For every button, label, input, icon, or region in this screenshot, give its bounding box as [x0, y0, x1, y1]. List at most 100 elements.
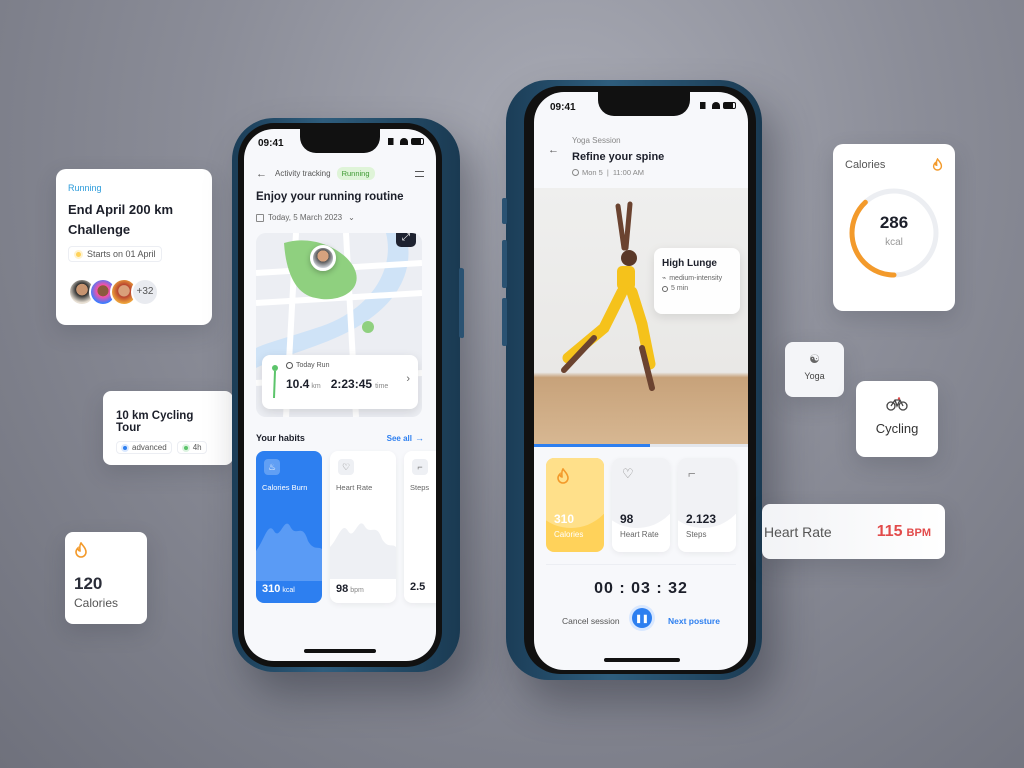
notch — [598, 92, 690, 116]
challenge-card[interactable]: Running End April 200 km Challenge Start… — [56, 169, 212, 325]
calendar-icon — [256, 213, 264, 222]
cycling-tour-title: 10 km Cycling Tour — [116, 410, 194, 434]
flame-icon: ♨ — [264, 459, 280, 475]
cycling-chip[interactable]: Cycling — [856, 381, 938, 457]
stopwatch-icon — [286, 362, 293, 369]
pose-intensity: medium-intensity — [669, 274, 723, 282]
yoga-photo: High Lunge ⌁ medium-intensity 5 min — [534, 188, 748, 444]
stat-value: 98 — [620, 512, 634, 526]
habit-card-calories[interactable]: ♨ Calories Burn 310 kcal — [256, 451, 322, 603]
arrow-right-icon[interactable]: → — [415, 433, 424, 443]
session-time: 11:00 AM — [612, 168, 644, 177]
battery-icon — [723, 102, 736, 109]
pose-duration: 5 min — [671, 285, 689, 292]
habit-label: Steps — [410, 483, 430, 492]
status-time: 09:41 — [550, 102, 576, 113]
stat-label: Steps — [686, 530, 707, 539]
status-icons — [700, 102, 736, 109]
duration-badge: 4h — [176, 441, 207, 454]
see-all-link[interactable]: See all — [387, 434, 412, 443]
date-selector[interactable]: Today, 5 March 2023 ⌄ — [256, 213, 355, 222]
stat-card-heart-rate[interactable]: ♡ 98 Heart Rate — [612, 458, 670, 552]
challenge-title-line2: Challenge — [68, 222, 131, 237]
side-button — [502, 298, 507, 346]
calories-ring: 286 kcal — [848, 187, 940, 279]
side-button — [459, 267, 464, 339]
chevron-right-icon[interactable]: › — [406, 373, 410, 385]
phone-yoga-session: 09:41 ← Yoga Session Refine your spine M… — [502, 80, 762, 680]
sun-icon — [74, 249, 83, 259]
cancel-session-button[interactable]: Cancel session — [562, 616, 620, 626]
session-progress-fill — [534, 444, 650, 447]
bicycle-icon — [886, 397, 908, 411]
challenge-title-line1: End April 200 km — [68, 202, 173, 217]
next-posture-button[interactable]: Next posture — [668, 616, 720, 626]
flame-icon — [75, 542, 87, 558]
run-distance: 10.4 — [286, 377, 310, 391]
flame-icon — [557, 468, 569, 484]
habit-card-steps[interactable]: ⌐ Steps 2.5 — [404, 451, 436, 603]
session-timer: 00 : 03 : 32 — [594, 580, 688, 597]
habit-unit: bpm — [350, 587, 364, 594]
stat-card-steps[interactable]: ⌐ 2.123 Steps — [678, 458, 736, 552]
challenge-category: Running — [68, 183, 102, 193]
today-run-card[interactable]: Today Run 10.4 km 2:23:45 time › — [262, 355, 418, 409]
calories-small-value: 120 — [74, 574, 103, 593]
expand-icon: ⤢ — [402, 233, 410, 243]
habit-card-heart-rate[interactable]: ♡ Heart Rate 98 bpm — [330, 451, 396, 603]
participants[interactable]: +32 — [68, 277, 200, 306]
habit-label: Calories Burn — [262, 483, 308, 492]
session-type: Yoga Session — [572, 136, 621, 145]
back-arrow-icon[interactable]: ← — [256, 168, 267, 180]
calories-small-card[interactable]: 120 Calories — [65, 532, 147, 624]
status-icons — [388, 138, 424, 145]
header: ← Activity tracking Running — [256, 167, 424, 180]
home-indicator — [304, 649, 376, 653]
heartbeat-icon: ♡ — [622, 466, 634, 481]
pose-title: High Lunge — [662, 258, 717, 269]
yoga-chip[interactable]: ☯ Yoga — [785, 342, 844, 397]
phone-bezel: 09:41 ← Yoga Session Refine your spine M… — [524, 86, 756, 674]
side-button — [502, 198, 507, 224]
challenge-title: End April 200 km Challenge — [68, 200, 200, 240]
calories-ring-title: Calories — [845, 158, 886, 171]
expand-map-button[interactable]: ⤢ — [396, 233, 416, 247]
calories-small-label: Calories — [74, 596, 119, 610]
battery-icon — [411, 138, 424, 145]
calories-ring-card[interactable]: Calories 286 kcal — [833, 144, 955, 311]
home-indicator — [604, 658, 680, 662]
stat-card-calories[interactable]: 310 Calories — [546, 458, 604, 552]
pause-button[interactable]: ❚❚ — [632, 608, 652, 628]
route-icon — [272, 365, 278, 399]
heart-rate-value: 115 — [876, 522, 903, 540]
separator: | — [606, 168, 609, 177]
session-day: Mon 5 — [582, 168, 603, 177]
timer-icon — [662, 285, 668, 292]
route-map[interactable]: ⤢ Today Run 10.4 km 2:23:45 time › — [256, 233, 422, 417]
phone-bezel: 09:41 ← Activity tracking Running Enjoy … — [238, 123, 442, 667]
calories-ring-graphic — [849, 188, 939, 278]
calories-ring-unit: kcal — [885, 237, 903, 248]
heart-rate-label: Heart Rate — [764, 523, 832, 540]
heart-rate-card[interactable]: Heart Rate 115 BPM — [762, 504, 945, 559]
calories-wave-graphic — [256, 523, 322, 581]
back-arrow-icon[interactable]: ← — [548, 144, 559, 156]
heart-rate-unit: BPM — [906, 527, 931, 539]
stat-label: Heart Rate — [620, 530, 659, 539]
yoga-icon: ☯ — [809, 352, 820, 366]
side-button — [502, 240, 507, 288]
status-time: 09:41 — [258, 138, 284, 149]
yoga-pose-figure — [561, 201, 656, 391]
duration-label: 4h — [192, 443, 202, 452]
wifi-icon — [400, 138, 408, 145]
signal-icon — [388, 138, 397, 145]
menu-icon[interactable] — [415, 170, 424, 177]
notch — [300, 129, 380, 153]
cycling-tour-card[interactable]: 10 km Cycling Tour advanced 4h — [103, 391, 233, 465]
shoe-icon: ⌐ — [412, 459, 428, 475]
headline: Enjoy your running routine — [256, 191, 404, 203]
date-label: Today, 5 March 2023 — [268, 213, 343, 222]
run-duration: 2:23:45 — [330, 377, 373, 391]
session-progress-track[interactable] — [534, 444, 748, 447]
pause-icon: ❚❚ — [635, 613, 649, 623]
